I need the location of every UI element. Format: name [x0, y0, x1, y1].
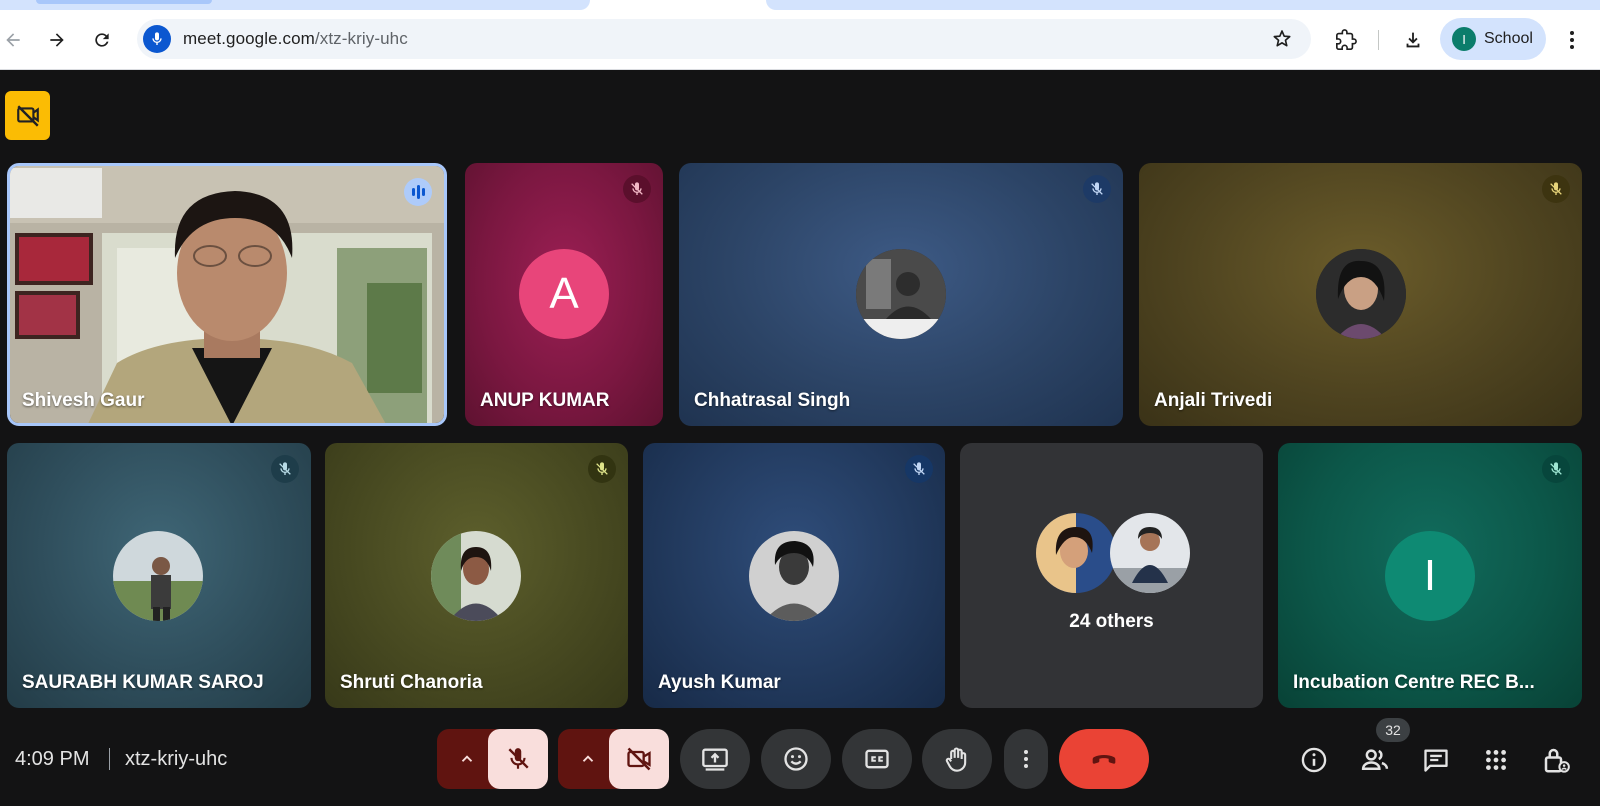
browser-toolbar: meet.google.com/xtz-kriy-uhc I School: [0, 10, 1600, 70]
participant-photo: [113, 531, 203, 621]
end-call-icon: [1092, 755, 1116, 764]
host-controls-lock-icon[interactable]: [1540, 744, 1572, 776]
participant-tile[interactable]: Shruti Chanoria: [325, 443, 628, 708]
tab-meet[interactable]: [0, 0, 590, 10]
participant-tile[interactable]: Chhatrasal Singh: [679, 163, 1123, 426]
bottom-divider: [109, 748, 110, 770]
participant-photo: [1316, 249, 1406, 339]
camera-toggle-button[interactable]: [609, 729, 669, 789]
meeting-code: xtz-kriy-uhc: [125, 748, 228, 770]
profile-label: School: [1484, 30, 1533, 47]
participant-tile[interactable]: I Incubation Centre REC B...: [1278, 443, 1582, 708]
back-button[interactable]: [1, 28, 25, 52]
raise-hand-icon: [945, 747, 967, 772]
participant-name: ANUP KUMAR: [480, 390, 610, 411]
raise-hand-button[interactable]: [922, 729, 992, 789]
address-bar[interactable]: meet.google.com/xtz-kriy-uhc: [137, 19, 1311, 59]
participant-photo: [1036, 513, 1116, 593]
participant-tile[interactable]: Ayush Kumar: [643, 443, 945, 708]
mic-in-use-icon[interactable]: [143, 25, 171, 53]
meeting-time: 4:09 PM: [15, 748, 90, 770]
url-host: meet.google.com: [183, 29, 315, 48]
participant-tile[interactable]: SAURABH KUMAR SAROJ: [7, 443, 311, 708]
present-screen-button[interactable]: [680, 729, 750, 789]
more-vertical-icon: [1024, 750, 1028, 768]
browser-menu-icon[interactable]: [1560, 28, 1584, 57]
others-count-label: 24 others: [1069, 611, 1154, 632]
mic-off-icon: [508, 748, 529, 769]
meeting-details-info-icon[interactable]: [1298, 744, 1330, 776]
participant-video-feed: [10, 166, 444, 423]
present-screen-icon: [702, 748, 728, 771]
participant-name: Anjali Trivedi: [1154, 390, 1273, 411]
more-options-button[interactable]: [1004, 729, 1048, 789]
captions-button[interactable]: [842, 729, 912, 789]
profile-chip[interactable]: I School: [1440, 18, 1546, 60]
forward-arrow-icon: [50, 33, 64, 47]
others-tile[interactable]: 24 others: [960, 443, 1263, 708]
video-off-icon: [627, 747, 651, 771]
participant-name: Shivesh Gaur: [22, 390, 145, 411]
camera-off-status-badge[interactable]: [5, 91, 50, 140]
toolbar-separator: [1378, 30, 1379, 50]
chevron-up-icon: [461, 755, 473, 762]
closed-captions-icon: [865, 749, 889, 769]
mic-off-icon: [623, 175, 651, 203]
video-off-icon: [16, 104, 39, 127]
participant-count-badge: 32: [1376, 718, 1410, 742]
participant-photo: [856, 249, 946, 339]
tab-other[interactable]: [766, 0, 1600, 10]
extensions-puzzle-icon[interactable]: [1334, 28, 1358, 52]
people-icon[interactable]: [1359, 744, 1391, 776]
mic-off-icon: [1542, 175, 1570, 203]
forward-button[interactable]: [45, 28, 69, 52]
participant-name: Incubation Centre REC B...: [1293, 672, 1535, 693]
participant-tile[interactable]: A ANUP KUMAR: [465, 163, 663, 426]
leave-call-button[interactable]: [1059, 729, 1149, 789]
tab-strip: [0, 0, 1600, 10]
participant-photo: [1110, 513, 1190, 593]
participant-name: Shruti Chanoria: [340, 672, 483, 693]
reload-button[interactable]: [90, 28, 114, 52]
chevron-up-icon: [582, 755, 594, 762]
mic-off-icon: [271, 455, 299, 483]
speaking-indicator-icon: [404, 178, 432, 206]
participant-tile-video[interactable]: Shivesh Gaur: [7, 163, 447, 426]
url-path: /xtz-kriy-uhc: [314, 29, 408, 48]
microphone-toggle-button[interactable]: [488, 729, 548, 789]
profile-avatar: I: [1452, 27, 1476, 51]
reactions-button[interactable]: [761, 729, 831, 789]
participant-tile[interactable]: Anjali Trivedi: [1139, 163, 1582, 426]
back-arrow-icon: [6, 33, 20, 47]
participant-photo: [431, 531, 521, 621]
participant-name: Ayush Kumar: [658, 672, 781, 693]
chat-icon[interactable]: [1420, 744, 1452, 776]
activities-grid-icon[interactable]: [1480, 744, 1512, 776]
participant-avatar: A: [519, 249, 609, 339]
mic-off-icon: [1083, 175, 1111, 203]
participant-name: SAURABH KUMAR SAROJ: [22, 672, 264, 693]
reload-icon: [95, 33, 109, 47]
emoji-icon: [784, 747, 808, 771]
mic-off-icon: [905, 455, 933, 483]
participant-photo: [749, 531, 839, 621]
download-icon[interactable]: [1401, 28, 1425, 52]
participant-name: Chhatrasal Singh: [694, 390, 851, 411]
active-tab-indicator: [36, 0, 212, 4]
participant-avatar: I: [1385, 531, 1475, 621]
url-text[interactable]: meet.google.com/xtz-kriy-uhc: [183, 29, 408, 49]
bookmark-star-icon[interactable]: [1271, 27, 1293, 54]
mic-off-icon: [588, 455, 616, 483]
mic-off-icon: [1542, 455, 1570, 483]
